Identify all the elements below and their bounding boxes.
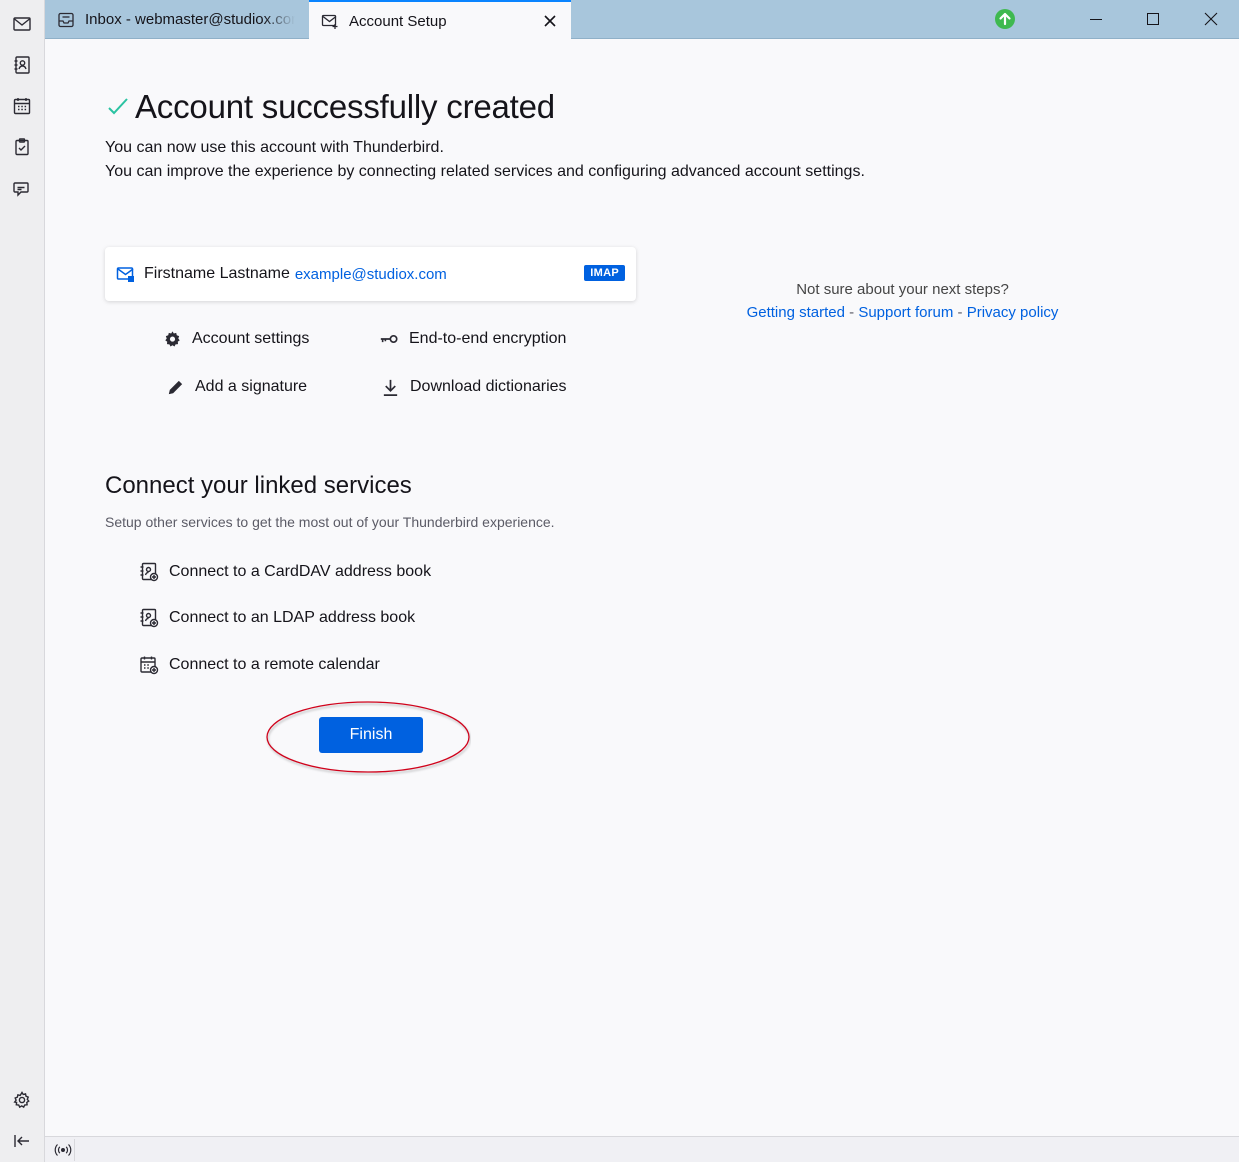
- close-tab-icon[interactable]: [541, 12, 559, 30]
- tab-account-setup[interactable]: Account Setup: [309, 0, 571, 40]
- e2e-encryption-button[interactable]: End-to-end encryption: [379, 329, 566, 349]
- maximize-icon[interactable]: [1140, 6, 1166, 32]
- add-signature-button[interactable]: Add a signature: [165, 377, 307, 397]
- protocol-badge: IMAP: [584, 265, 625, 281]
- address-book-add-icon: [139, 562, 159, 582]
- account-mail-icon: [116, 267, 134, 282]
- account-settings-button[interactable]: Account settings: [162, 329, 309, 349]
- tab-inbox[interactable]: Inbox - webmaster@studiox.com: [45, 0, 308, 39]
- collapse-toolbar-icon[interactable]: [10, 1129, 34, 1153]
- mail-icon[interactable]: [10, 12, 34, 36]
- tab-account-setup-label: Account Setup: [349, 12, 447, 30]
- connect-ldap-button[interactable]: Connect to an LDAP address book: [139, 608, 415, 628]
- success-description-1: You can now use this account with Thunde…: [105, 139, 444, 156]
- account-name: Firstname Lastname: [144, 265, 290, 282]
- download-dictionaries-label: Download dictionaries: [410, 378, 567, 395]
- account-setup-page: Account successfully created You can now…: [45, 40, 1239, 1136]
- account-settings-label: Account settings: [192, 330, 310, 347]
- privacy-policy-link[interactable]: Privacy policy: [967, 304, 1059, 321]
- success-description-2: You can improve the experience by connec…: [105, 163, 865, 180]
- calendar-icon[interactable]: [10, 94, 34, 118]
- e2e-encryption-label: End-to-end encryption: [409, 330, 567, 347]
- update-available-icon[interactable]: [992, 6, 1018, 32]
- connect-ldap-label: Connect to an LDAP address book: [169, 609, 416, 626]
- address-book-icon[interactable]: [10, 53, 34, 77]
- status-bar: [45, 1136, 1239, 1162]
- close-window-icon[interactable]: [1198, 6, 1224, 32]
- connect-carddav-button[interactable]: Connect to a CardDAV address book: [139, 562, 431, 582]
- gear-icon: [162, 329, 182, 349]
- inbox-icon: [57, 11, 75, 29]
- connect-calendar-button[interactable]: Connect to a remote calendar: [139, 655, 380, 675]
- pencil-icon: [165, 377, 185, 397]
- success-check-icon: [108, 98, 128, 115]
- linked-services-title: Connect your linked services: [105, 472, 412, 499]
- key-icon: [379, 329, 399, 349]
- page-title: Account successfully created: [135, 88, 555, 125]
- add-signature-label: Add a signature: [195, 378, 308, 395]
- spaces-toolbar: [0, 0, 45, 1162]
- download-dictionaries-button[interactable]: Download dictionaries: [380, 377, 567, 397]
- success-header: Account successfully created: [105, 88, 555, 126]
- minimize-icon[interactable]: [1083, 6, 1109, 32]
- chat-icon[interactable]: [10, 177, 34, 201]
- calendar-add-icon: [139, 655, 159, 675]
- linked-services-subtitle: Setup other services to get the most out…: [105, 514, 555, 530]
- support-forum-link[interactable]: Support forum: [858, 304, 953, 321]
- getting-started-link[interactable]: Getting started: [747, 304, 845, 321]
- connect-calendar-label: Connect to a remote calendar: [169, 656, 380, 673]
- help-links: Getting started - Support forum - Privac…: [745, 304, 1060, 321]
- account-email: example@studiox.com: [294, 265, 447, 283]
- link-separator: -: [844, 304, 859, 321]
- connect-carddav-label: Connect to a CardDAV address book: [169, 563, 432, 580]
- link-separator: -: [953, 304, 967, 321]
- finish-button[interactable]: Finish: [319, 717, 423, 753]
- tab-bar: Inbox - webmaster@studiox.com Account Se…: [45, 0, 1239, 40]
- download-icon: [380, 377, 400, 397]
- tab-inbox-label: Inbox - webmaster@studiox.com: [85, 11, 295, 28]
- online-status-icon[interactable]: [51, 1139, 75, 1161]
- help-question: Not sure about your next steps?: [796, 281, 1009, 298]
- account-card: Firstname Lastname example@studiox.com I…: [105, 247, 636, 301]
- address-book-add-icon: [139, 608, 159, 628]
- settings-gear-icon[interactable]: [10, 1088, 34, 1112]
- tasks-icon[interactable]: [10, 135, 34, 159]
- account-setup-icon: [321, 12, 339, 30]
